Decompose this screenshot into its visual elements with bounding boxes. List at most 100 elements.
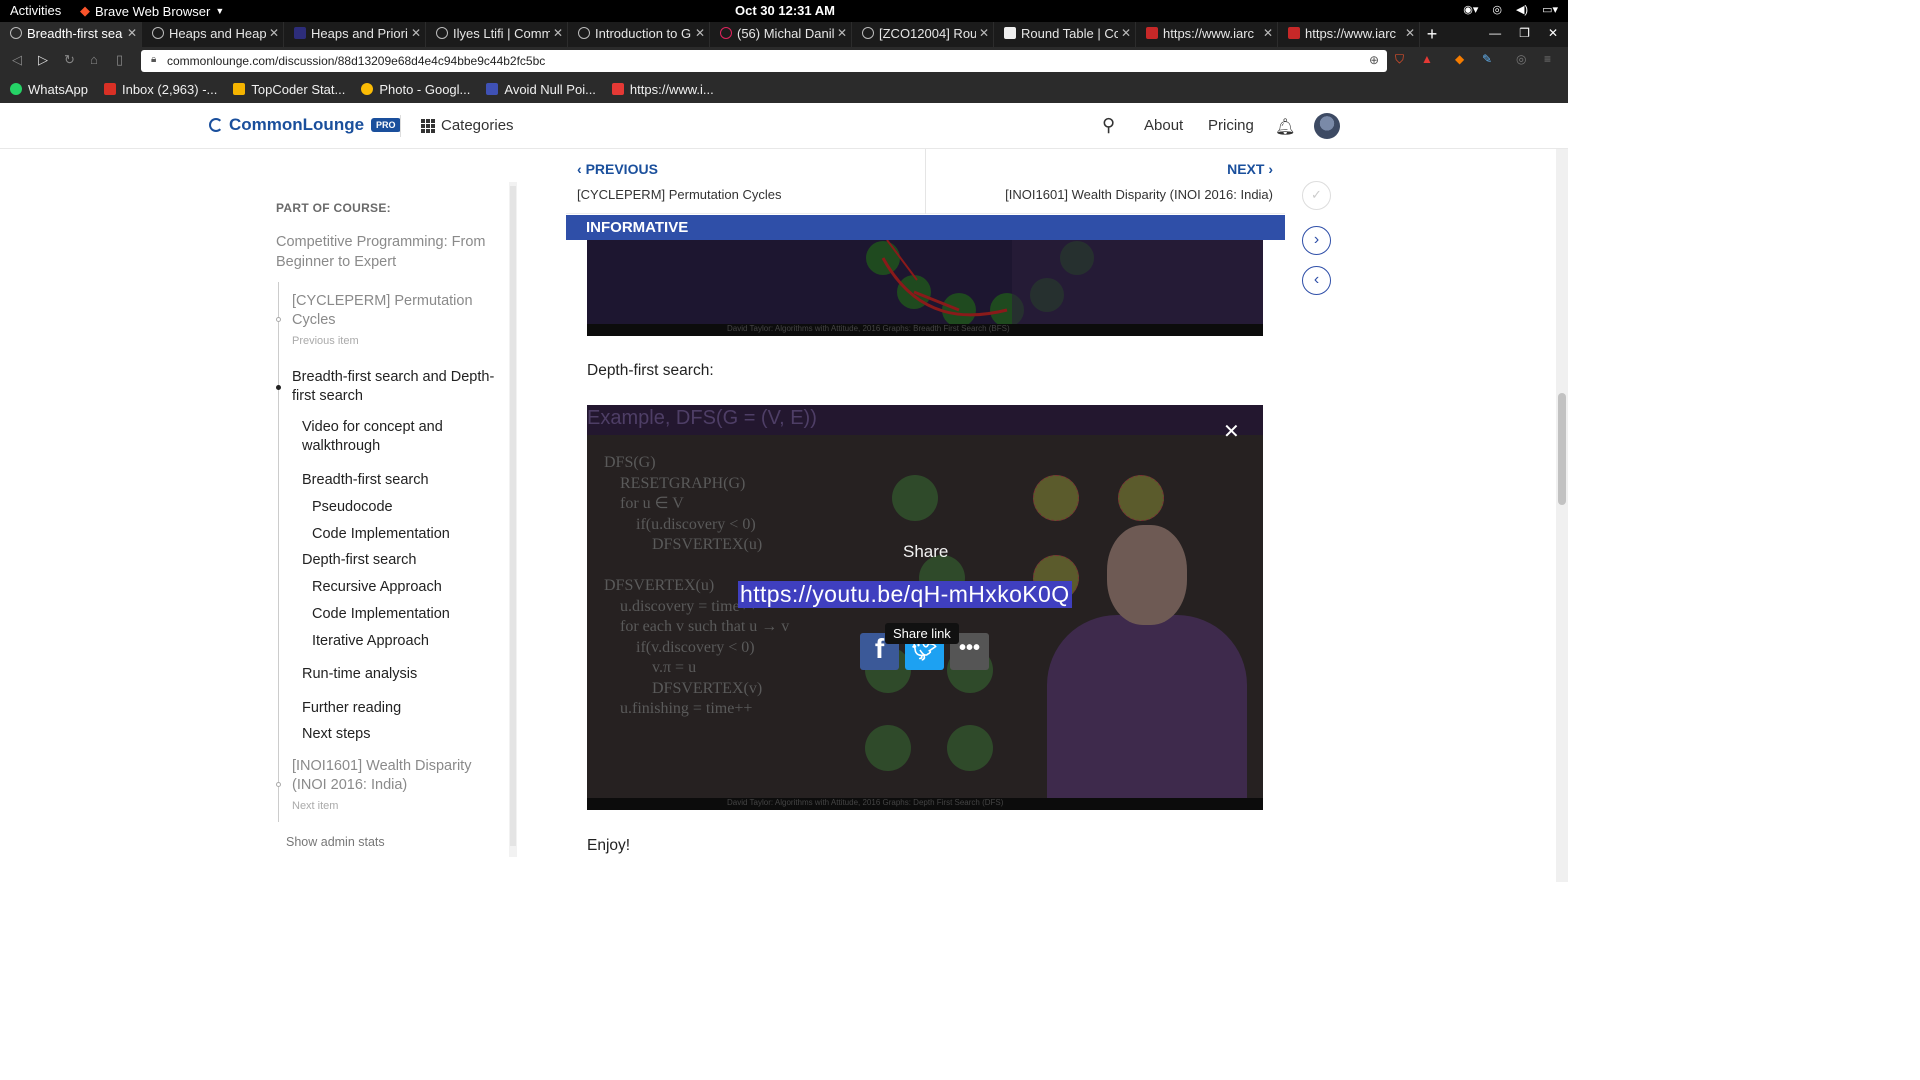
sidebar-section-dfs-code[interactable]: Code Implementation [312,605,450,624]
brave-rewards-icon[interactable]: ▲ [1421,52,1433,66]
close-tab-icon[interactable]: ✕ [1401,26,1415,40]
avatar[interactable] [1314,113,1340,139]
show-admin-stats-link[interactable]: Show admin stats [286,835,385,849]
commonlounge-logo[interactable]: CommonLounge PRO [209,115,401,135]
bookmark-label: Inbox (2,963) -... [121,81,218,97]
mark-complete-button[interactable]: ✓ [1302,181,1331,210]
close-window-icon[interactable]: ✕ [1548,26,1558,40]
sidebar-prev-item[interactable]: [CYCLEPERM] Permutation Cycles [292,292,492,330]
sidebar-section-bfs[interactable]: Breadth-first search [302,471,429,490]
sidebar-scrollbar-thumb[interactable] [510,186,516,846]
profile-icon[interactable]: ◎ [1516,52,1526,66]
presenter-body [1047,615,1247,810]
app-menu[interactable]: ◆ Brave Web Browser ▼ [80,3,224,19]
sidebar-scrollbar[interactable] [509,182,517,857]
notification-bell-icon[interactable]: 🔔︎ [1275,117,1295,137]
browser-tab[interactable]: Breadth-first sea ✕ [0,22,142,47]
bookmark-topcoder[interactable]: TopCoder Stat... [233,82,345,97]
pen-extension-icon[interactable]: ✎ [1482,52,1492,66]
bookmark-whatsapp[interactable]: WhatsApp [10,82,88,97]
sidebar-section-video[interactable]: Video for concept and walkthrough [302,418,492,456]
close-tab-icon[interactable]: ✕ [1117,26,1131,40]
next-lesson-button[interactable]: › [1302,226,1331,255]
next-title[interactable]: [INOI1601] Wealth Disparity (INOI 2016: … [1005,187,1273,202]
bookmark-url[interactable]: https://www.i... [611,82,714,97]
tab-favicon-icon [1288,27,1300,39]
previous-lesson-button[interactable]: ‹ [1302,266,1331,295]
close-tab-icon[interactable]: ✕ [691,26,705,40]
close-share-icon[interactable]: ✕ [1223,419,1240,444]
clock[interactable]: Oct 30 12:31 AM [735,3,835,18]
prev-item-sublabel: Previous item [292,335,359,347]
pricing-link[interactable]: Pricing [1208,117,1254,134]
share-link-tooltip: Share link [885,623,959,644]
course-title-link[interactable]: Competitive Programming: From Beginner t… [276,232,501,272]
search-icon[interactable]: ⚲ [1102,115,1115,136]
sidebar-section-bfs-code[interactable]: Code Implementation [312,525,450,544]
page-scrollbar[interactable] [1556,149,1568,882]
share-link-field[interactable]: https://youtu.be/qH-mHxkoK0Q [738,581,1072,608]
google-photos-icon [361,83,374,95]
sidebar-section-recursive[interactable]: Recursive Approach [312,578,442,597]
sidebar-section-dfs[interactable]: Depth-first search [302,551,416,570]
bfs-video[interactable]: David Taylor: Algorithms with Attitude, … [587,240,1263,336]
activities-button[interactable]: Activities [10,3,61,18]
bookmark-avoid-null[interactable]: Avoid Null Poi... [486,82,596,97]
tab-title: Breadth-first sea [27,26,123,41]
previous-title[interactable]: [CYCLEPERM] Permutation Cycles [577,187,781,202]
about-link[interactable]: About [1144,117,1183,134]
brave-shields-icon[interactable]: ⛉ [1395,52,1404,67]
extension-icon[interactable]: ◆ [1455,52,1464,66]
page-scrollbar-thumb[interactable] [1558,393,1566,505]
restore-icon[interactable]: ❐ [1519,26,1530,40]
browser-tab[interactable]: [ZCO12004] Roun ✕ [852,22,994,47]
bookmark-inbox[interactable]: Inbox (2,963) -... [103,81,218,97]
system-tray[interactable]: ◉▾ ◎ ◀) ▭▾ [1463,3,1558,16]
forward-icon[interactable]: ▷ [38,52,48,68]
dfs-video[interactable]: Example, DFS(G = (V, E)) DFS(G) RESETGRA… [587,405,1263,810]
sidebar-section-pseudocode[interactable]: Pseudocode [312,498,393,517]
video-slide-title: Example, DFS(G = (V, E)) [587,405,1263,435]
app-name: Brave Web Browser [95,3,211,19]
previous-button[interactable]: ‹ PREVIOUS [577,161,658,177]
close-tab-icon[interactable]: ✕ [407,26,421,40]
browser-tab[interactable]: https://www.iarc ✕ [1136,22,1278,47]
nav-divider [925,149,926,214]
browser-tab[interactable]: Ilyes Ltifi | Comm ✕ [426,22,568,47]
closing-text: Enjoy! [587,837,631,854]
close-tab-icon[interactable]: ✕ [123,26,137,40]
browser-tab[interactable]: https://www.iarc ✕ [1278,22,1420,47]
tab-title: [ZCO12004] Roun [879,26,985,41]
browser-tab[interactable]: Round Table | Co ✕ [994,22,1136,47]
close-tab-icon[interactable]: ✕ [549,26,563,40]
close-tab-icon[interactable]: ✕ [265,26,279,40]
minimize-icon[interactable]: — [1489,26,1501,40]
zoom-icon[interactable]: ⊕ [1369,53,1379,67]
close-tab-icon[interactable]: ✕ [1259,26,1273,40]
close-tab-icon[interactable]: ✕ [975,26,989,40]
browser-tab[interactable]: Heaps and Heap ✕ [142,22,284,47]
categories-menu[interactable]: Categories [421,117,514,134]
bookmark-photos[interactable]: Photo - Googl... [361,82,470,97]
address-bar[interactable]: 🔒︎ commonlounge.com/discussion/88d13209e… [141,50,1387,72]
sidebar-current-item[interactable]: Breadth-first search and Depth-first sea… [292,368,497,406]
reload-icon[interactable]: ↻ [64,52,75,68]
close-tab-icon[interactable]: ✕ [833,26,847,40]
menu-icon[interactable]: ≡ [1544,52,1551,66]
informative-banner: INFORMATIVE [566,215,1285,240]
sidebar-section-next-steps[interactable]: Next steps [302,725,371,744]
next-button[interactable]: NEXT › [1227,161,1273,177]
browser-tab[interactable]: Heaps and Priorit ✕ [284,22,426,47]
browser-tab[interactable]: Introduction to G ✕ [568,22,710,47]
new-tab-icon[interactable]: + [1420,22,1444,47]
home-icon[interactable]: ⌂ [90,52,98,67]
sidebar-section-runtime[interactable]: Run-time analysis [302,665,417,684]
sidebar-next-item[interactable]: [INOI1601] Wealth Disparity (INOI 2016: … [292,757,492,795]
sidebar-section-further-reading[interactable]: Further reading [302,699,401,718]
chevron-right-icon: › [1313,231,1320,248]
sidebar-section-iterative[interactable]: Iterative Approach [312,632,429,651]
browser-tab[interactable]: (56) Michal Danila ✕ [710,22,852,47]
back-icon[interactable]: ◁ [12,52,22,68]
logo-text: CommonLounge [229,115,365,134]
bookmark-icon[interactable]: ▯ [116,52,123,68]
